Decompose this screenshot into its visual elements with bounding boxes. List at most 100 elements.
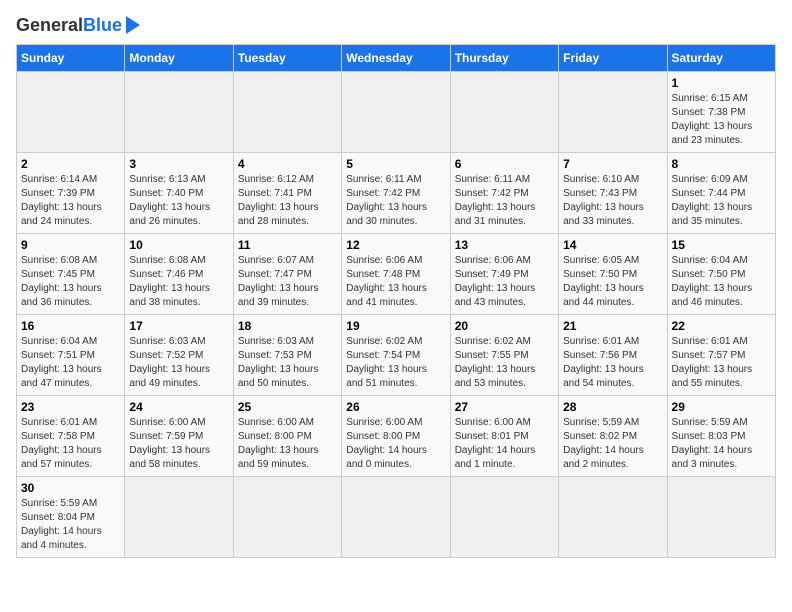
day-number: 27 xyxy=(455,400,554,414)
day-number: 20 xyxy=(455,319,554,333)
day-number: 17 xyxy=(129,319,228,333)
day-number: 23 xyxy=(21,400,120,414)
day-number: 9 xyxy=(21,238,120,252)
calendar-cell xyxy=(450,72,558,153)
day-info: Sunrise: 6:00 AM Sunset: 7:59 PM Dayligh… xyxy=(129,416,228,472)
day-number: 29 xyxy=(672,400,771,414)
calendar-cell: 25 Sunrise: 6:00 AM Sunset: 8:00 PM Dayli… xyxy=(233,396,341,477)
day-number: 12 xyxy=(346,238,445,252)
calendar-cell: 27 Sunrise: 6:00 AM Sunset: 8:01 PM Dayli… xyxy=(450,396,558,477)
logo-triangle-icon xyxy=(126,16,140,34)
calendar-cell: 29 Sunrise: 5:59 AM Sunset: 8:03 PM Dayli… xyxy=(667,396,775,477)
calendar-cell: 1Sunrise: 6:15 AM Sunset: 7:38 PM Daylig… xyxy=(667,72,775,153)
calendar-cell: 11Sunrise: 6:07 AM Sunset: 7:47 PM Dayli… xyxy=(233,234,341,315)
day-number: 2 xyxy=(21,157,120,171)
day-info: Sunrise: 6:02 AM Sunset: 7:55 PM Dayligh… xyxy=(455,335,554,391)
calendar-cell: 23 Sunrise: 6:01 AM Sunset: 7:58 PM Dayli… xyxy=(17,396,125,477)
day-info: Sunrise: 6:01 AM Sunset: 7:58 PM Dayligh… xyxy=(21,416,120,472)
day-number: 30 xyxy=(21,481,120,495)
day-info: Sunrise: 6:03 AM Sunset: 7:53 PM Dayligh… xyxy=(238,335,337,391)
day-number: 16 xyxy=(21,319,120,333)
calendar-cell: 19Sunrise: 6:02 AM Sunset: 7:54 PM Dayli… xyxy=(342,315,450,396)
calendar-cell xyxy=(125,72,233,153)
day-number: 14 xyxy=(563,238,662,252)
calendar-cell: 13Sunrise: 6:06 AM Sunset: 7:49 PM Dayli… xyxy=(450,234,558,315)
calendar-cell: 17 Sunrise: 6:03 AM Sunset: 7:52 PM Dayli… xyxy=(125,315,233,396)
calendar-row-1: 2Sunrise: 6:14 AM Sunset: 7:39 PM Daylig… xyxy=(17,153,776,234)
calendar-cell: 22Sunrise: 6:01 AM Sunset: 7:57 PM Dayli… xyxy=(667,315,775,396)
day-number: 28 xyxy=(563,400,662,414)
calendar-cell xyxy=(233,477,341,558)
day-info: Sunrise: 6:06 AM Sunset: 7:48 PM Dayligh… xyxy=(346,254,445,310)
calendar-cell: 8 Sunrise: 6:09 AM Sunset: 7:44 PM Daylig… xyxy=(667,153,775,234)
day-info: Sunrise: 6:10 AM Sunset: 7:43 PM Dayligh… xyxy=(563,173,662,229)
calendar-cell xyxy=(667,477,775,558)
day-info: Sunrise: 6:02 AM Sunset: 7:54 PM Dayligh… xyxy=(346,335,445,391)
calendar-cell: 30 Sunrise: 5:59 AM Sunset: 8:04 PM Dayli… xyxy=(17,477,125,558)
day-info: Sunrise: 6:03 AM Sunset: 7:52 PM Dayligh… xyxy=(129,335,228,391)
weekday-header-saturday: Saturday xyxy=(667,45,775,72)
day-number: 21 xyxy=(563,319,662,333)
calendar-cell: 18Sunrise: 6:03 AM Sunset: 7:53 PM Dayli… xyxy=(233,315,341,396)
day-info: Sunrise: 6:07 AM Sunset: 7:47 PM Dayligh… xyxy=(238,254,337,310)
day-info: Sunrise: 6:06 AM Sunset: 7:49 PM Dayligh… xyxy=(455,254,554,310)
day-number: 8 xyxy=(672,157,771,171)
calendar-cell: 9 Sunrise: 6:08 AM Sunset: 7:45 PM Daylig… xyxy=(17,234,125,315)
day-info: Sunrise: 5:59 AM Sunset: 8:03 PM Dayligh… xyxy=(672,416,771,472)
day-info: Sunrise: 6:11 AM Sunset: 7:42 PM Dayligh… xyxy=(455,173,554,229)
day-number: 25 xyxy=(238,400,337,414)
calendar-cell xyxy=(233,72,341,153)
day-info: Sunrise: 6:00 AM Sunset: 8:00 PM Dayligh… xyxy=(238,416,337,472)
calendar-cell: 14 Sunrise: 6:05 AM Sunset: 7:50 PM Dayli… xyxy=(559,234,667,315)
calendar-cell: 7 Sunrise: 6:10 AM Sunset: 7:43 PM Daylig… xyxy=(559,153,667,234)
day-number: 24 xyxy=(129,400,228,414)
day-info: Sunrise: 6:13 AM Sunset: 7:40 PM Dayligh… xyxy=(129,173,228,229)
day-info: Sunrise: 6:12 AM Sunset: 7:41 PM Dayligh… xyxy=(238,173,337,229)
weekday-header-thursday: Thursday xyxy=(450,45,558,72)
day-info: Sunrise: 6:05 AM Sunset: 7:50 PM Dayligh… xyxy=(563,254,662,310)
calendar-cell: 2Sunrise: 6:14 AM Sunset: 7:39 PM Daylig… xyxy=(17,153,125,234)
day-info: Sunrise: 5:59 AM Sunset: 8:02 PM Dayligh… xyxy=(563,416,662,472)
calendar-cell: 4 Sunrise: 6:12 AM Sunset: 7:41 PM Daylig… xyxy=(233,153,341,234)
day-number: 6 xyxy=(455,157,554,171)
weekday-header-sunday: Sunday xyxy=(17,45,125,72)
weekday-header-tuesday: Tuesday xyxy=(233,45,341,72)
calendar-cell xyxy=(342,72,450,153)
day-info: Sunrise: 6:11 AM Sunset: 7:42 PM Dayligh… xyxy=(346,173,445,229)
calendar-cell xyxy=(125,477,233,558)
calendar-row-3: 16Sunrise: 6:04 AM Sunset: 7:51 PM Dayli… xyxy=(17,315,776,396)
calendar-cell xyxy=(450,477,558,558)
calendar: SundayMondayTuesdayWednesdayThursdayFrid… xyxy=(16,44,776,558)
day-number: 7 xyxy=(563,157,662,171)
logo-text: GeneralBlue xyxy=(16,16,122,34)
day-info: Sunrise: 6:00 AM Sunset: 8:01 PM Dayligh… xyxy=(455,416,554,472)
day-number: 1 xyxy=(672,76,771,90)
calendar-cell: 16Sunrise: 6:04 AM Sunset: 7:51 PM Dayli… xyxy=(17,315,125,396)
calendar-cell: 21Sunrise: 6:01 AM Sunset: 7:56 PM Dayli… xyxy=(559,315,667,396)
calendar-row-4: 23 Sunrise: 6:01 AM Sunset: 7:58 PM Dayli… xyxy=(17,396,776,477)
calendar-cell: 24 Sunrise: 6:00 AM Sunset: 7:59 PM Dayli… xyxy=(125,396,233,477)
day-number: 15 xyxy=(672,238,771,252)
calendar-cell: 6 Sunrise: 6:11 AM Sunset: 7:42 PM Daylig… xyxy=(450,153,558,234)
day-number: 5 xyxy=(346,157,445,171)
day-number: 4 xyxy=(238,157,337,171)
day-info: Sunrise: 6:09 AM Sunset: 7:44 PM Dayligh… xyxy=(672,173,771,229)
calendar-row-2: 9 Sunrise: 6:08 AM Sunset: 7:45 PM Daylig… xyxy=(17,234,776,315)
weekday-header-row: SundayMondayTuesdayWednesdayThursdayFrid… xyxy=(17,45,776,72)
calendar-cell: 3 Sunrise: 6:13 AM Sunset: 7:40 PM Daylig… xyxy=(125,153,233,234)
day-number: 10 xyxy=(129,238,228,252)
header: GeneralBlue xyxy=(16,16,776,34)
logo: GeneralBlue xyxy=(16,16,140,34)
day-number: 26 xyxy=(346,400,445,414)
calendar-cell: 26Sunrise: 6:00 AM Sunset: 8:00 PM Dayli… xyxy=(342,396,450,477)
calendar-cell xyxy=(559,72,667,153)
calendar-cell: 5 Sunrise: 6:11 AM Sunset: 7:42 PM Daylig… xyxy=(342,153,450,234)
day-number: 3 xyxy=(129,157,228,171)
weekday-header-wednesday: Wednesday xyxy=(342,45,450,72)
day-info: Sunrise: 5:59 AM Sunset: 8:04 PM Dayligh… xyxy=(21,497,120,553)
weekday-header-monday: Monday xyxy=(125,45,233,72)
calendar-row-5: 30 Sunrise: 5:59 AM Sunset: 8:04 PM Dayli… xyxy=(17,477,776,558)
day-info: Sunrise: 6:08 AM Sunset: 7:45 PM Dayligh… xyxy=(21,254,120,310)
calendar-cell: 28 Sunrise: 5:59 AM Sunset: 8:02 PM Dayli… xyxy=(559,396,667,477)
calendar-row-0: 1Sunrise: 6:15 AM Sunset: 7:38 PM Daylig… xyxy=(17,72,776,153)
